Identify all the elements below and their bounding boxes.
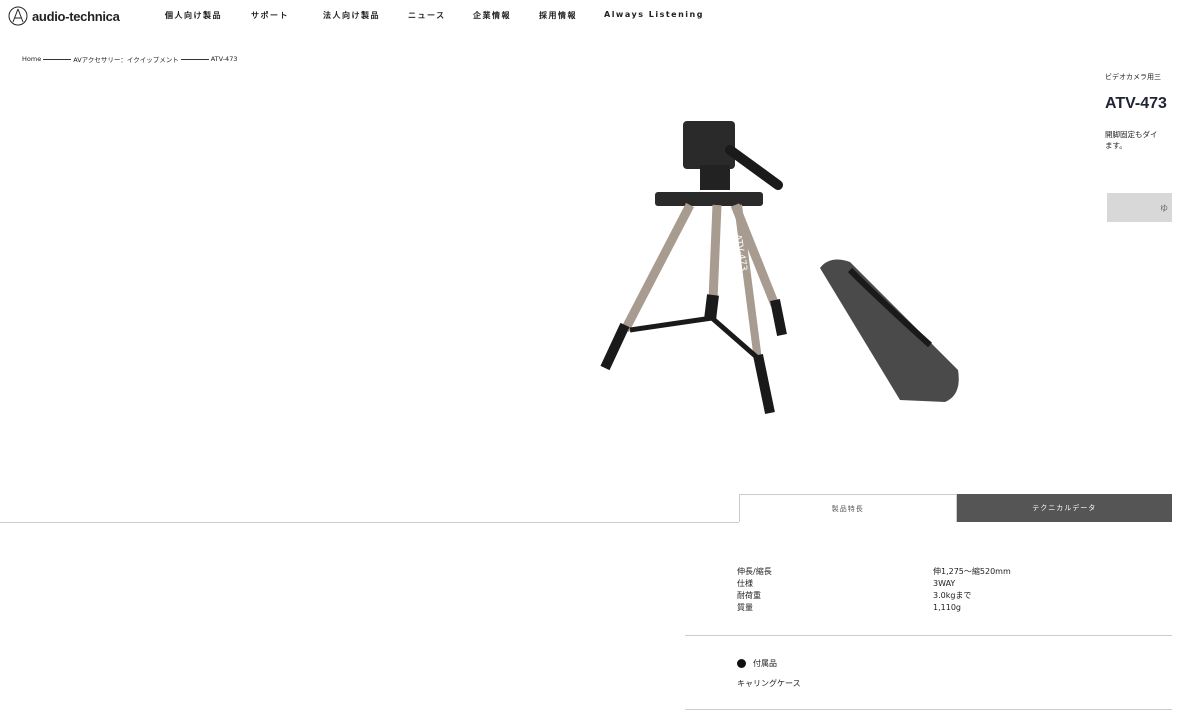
product-model: ATV-473	[1105, 95, 1167, 112]
spec-row: 耐荷重 3.0kgまで	[737, 590, 1011, 602]
logo-icon	[8, 6, 28, 26]
nav-careers[interactable]: 採用情報	[539, 10, 577, 21]
spec-row: 質量 1,110g	[737, 602, 1011, 614]
description-line: 開脚固定もダイ	[1105, 130, 1158, 139]
divider	[0, 522, 739, 523]
brand-name: audio-technica	[32, 8, 120, 24]
nav-company[interactable]: 企業情報	[473, 10, 511, 21]
spec-row: 仕様 3WAY	[737, 578, 1011, 590]
breadcrumb-home[interactable]: Home	[22, 55, 41, 63]
nav-consumer[interactable]: 個人向け製品	[165, 10, 222, 21]
breadcrumb-category[interactable]: AVアクセサリー：イクイップメント	[73, 54, 179, 64]
product-action-button[interactable]: ゆ	[1107, 193, 1172, 222]
product-description: 開脚固定もダイ ます。	[1105, 129, 1175, 151]
product-tabs: 製品特長 テクニカルデータ	[739, 494, 1172, 522]
spec-value: 1,110g	[933, 603, 961, 612]
spec-table: 伸長/縮長 伸1,275～縮520mm 仕様 3WAY 耐荷重 3.0kgまで 質量 1…	[737, 566, 1011, 614]
nav-news[interactable]: ニュース	[408, 10, 446, 21]
nav-support[interactable]: サポート	[251, 10, 289, 21]
spec-label: 耐荷重	[737, 591, 761, 600]
accessories-title: 付属品	[753, 659, 777, 668]
breadcrumb: Home AVアクセサリー：イクイップメント ATV-473	[22, 54, 237, 64]
bullet-icon	[737, 659, 746, 668]
tab-features[interactable]: 製品特長	[739, 494, 957, 522]
spec-value: 伸1,275～縮520mm	[933, 567, 1011, 576]
breadcrumb-current: ATV-473	[210, 55, 238, 63]
spec-label: 仕様	[737, 579, 753, 588]
spec-value: 3.0kgまで	[933, 591, 972, 600]
tab-technical-data[interactable]: テクニカルデータ	[956, 494, 1172, 522]
divider	[685, 709, 1172, 710]
description-line: ます。	[1105, 141, 1127, 150]
accessory-item: キャリングケース	[737, 679, 801, 688]
accessories-heading: 付属品	[737, 658, 777, 669]
product-image: ATV-473	[600, 121, 959, 415]
carrying-case-illustration	[820, 259, 959, 402]
spec-label: 質量	[737, 603, 753, 612]
product-subtitle: ビデオカメラ用三	[1105, 73, 1161, 81]
spec-row: 伸長/縮長 伸1,275～縮520mm	[737, 566, 1011, 578]
nav-business[interactable]: 法人向け製品	[323, 10, 380, 21]
nav-always-listening[interactable]: Always Listening	[604, 10, 704, 19]
tripod-illustration: ATV-473	[600, 121, 787, 415]
spec-label: 伸長/縮長	[737, 567, 772, 576]
divider	[685, 635, 1172, 636]
brand-logo[interactable]: audio-technica	[8, 6, 120, 26]
spec-value: 3WAY	[933, 579, 956, 588]
